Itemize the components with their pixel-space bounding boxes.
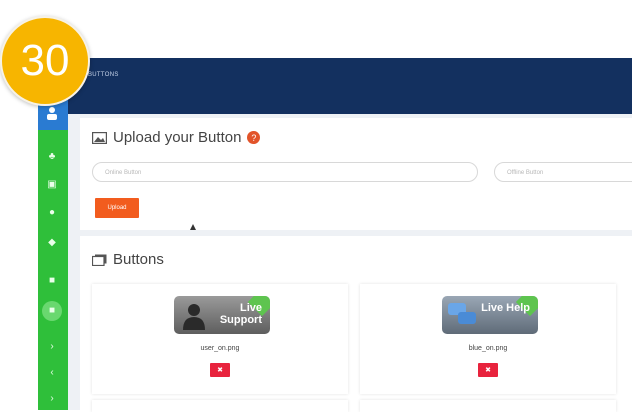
button-card: Live Support user_on.png ✖ xyxy=(92,284,348,394)
online-button-input[interactable]: Online Button xyxy=(92,162,478,182)
document-icon[interactable]: ■ xyxy=(46,276,58,286)
button-card: Live Help blue_on.png ✖ xyxy=(360,284,616,394)
chat-bubbles-icon xyxy=(448,303,476,324)
chat-icon[interactable]: ● xyxy=(46,208,58,218)
upload-heading: Upload your Button ? xyxy=(92,129,261,146)
sidebar-active-item[interactable]: ■ xyxy=(42,301,62,321)
buttons-heading-text: Buttons xyxy=(113,251,164,268)
help-icon[interactable]: ? xyxy=(247,131,261,144)
upload-button[interactable]: Upload xyxy=(95,198,139,218)
comments-icon[interactable]: ◆ xyxy=(46,238,58,248)
offline-button-input[interactable]: Offline Button xyxy=(494,162,632,182)
button-preview: Live Support xyxy=(174,296,270,334)
page-icon: ■ xyxy=(48,305,56,316)
button-filename: user_on.png xyxy=(200,345,240,352)
chevron-left-icon[interactable]: ‹ xyxy=(46,368,58,378)
page-title: BUTTONS xyxy=(88,72,119,78)
monitor-icon[interactable]: ▣ xyxy=(46,180,58,190)
person-silhouette-icon xyxy=(183,304,205,330)
image-icon xyxy=(92,131,107,144)
chevron-right-icon[interactable]: › xyxy=(46,394,58,404)
button-card xyxy=(92,400,348,412)
button-card xyxy=(360,400,616,412)
delete-button[interactable]: ✖ xyxy=(210,363,230,377)
button-preview-label: Live Support xyxy=(219,302,262,326)
mouse-cursor xyxy=(190,224,196,230)
delete-button[interactable]: ✖ xyxy=(478,363,498,377)
buttons-heading: Buttons xyxy=(92,251,164,268)
sitemap-icon[interactable]: ♣ xyxy=(46,152,58,162)
sidebar: ♣ ▣ ● ◆ ■ ■ › ‹ › xyxy=(38,58,68,410)
button-filename: blue_on.png xyxy=(468,345,508,352)
top-header: BUTTONS xyxy=(68,58,632,114)
chevron-right-icon[interactable]: › xyxy=(46,342,58,352)
images-icon xyxy=(92,254,107,266)
upload-heading-text: Upload your Button xyxy=(113,129,242,146)
user-icon xyxy=(47,107,57,120)
button-preview-label: Live Help xyxy=(481,302,530,314)
button-preview: Live Help xyxy=(442,296,538,334)
step-number-badge: 30 xyxy=(0,16,90,106)
